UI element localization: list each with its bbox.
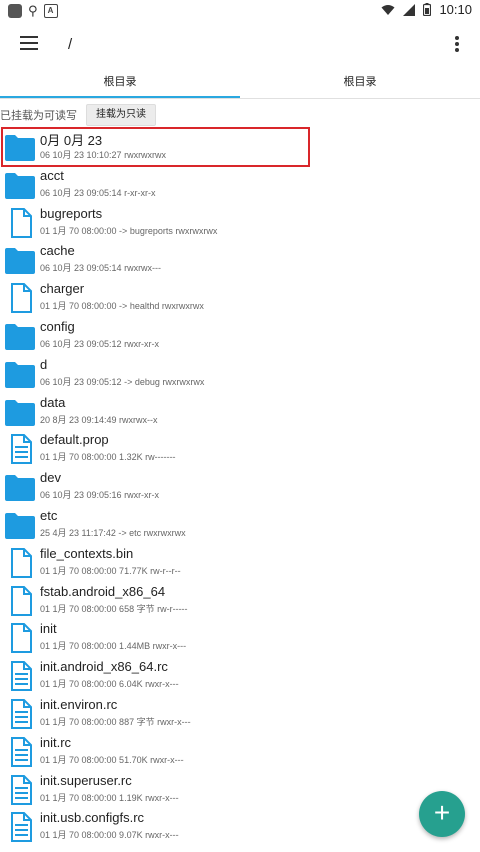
mount-read-only-button[interactable]: 挂载为只读 [86, 104, 156, 126]
file-name: init.superuser.rc [40, 772, 132, 788]
file-meta: 20 8月 23 09:14:49 rwxrwx--x [40, 414, 158, 425]
file-icon [4, 547, 36, 578]
file-row[interactable]: init.superuser.rc 01 1月 70 08:00:00 1.19K… [0, 771, 480, 809]
add-icon[interactable]: + [419, 791, 465, 837]
more-vert-icon[interactable] [454, 36, 460, 56]
file-row[interactable]: config 06 10月 23 09:05:12 rwxr-xr-x [0, 317, 480, 355]
file-name: default.prop [40, 432, 109, 448]
file-meta: 25 4月 23 11:17:42 -> etc rwxrwxrwx [40, 527, 186, 538]
file-row[interactable]: bugreports 01 1月 70 08:00:00 -> bugreport… [0, 204, 480, 242]
file-row[interactable]: init.usb.configfs.rc 01 1月 70 08:00:00 9.… [0, 808, 480, 846]
current-path: / [68, 36, 73, 53]
file-row[interactable]: init.rc 01 1月 70 08:00:00 51.70K rwxr-x--… [0, 733, 480, 771]
file-name: data [40, 394, 66, 410]
file-meta: 06 10月 23 10:10:27 rwxrwxrwx [40, 150, 167, 160]
file-name: charger [40, 281, 85, 297]
file-meta: 06 10月 23 09:05:14 rwxrwx--- [40, 263, 162, 274]
folder-icon [4, 397, 36, 427]
notification-a-icon: A [43, 4, 58, 18]
toolbar: / [0, 22, 480, 70]
file-row[interactable]: etc 25 4月 23 11:17:42 -> etc rwxrwxrwx [0, 506, 480, 544]
file-name: etc [40, 507, 58, 523]
status-bar-right: 10:10 [381, 2, 472, 17]
file-name: acct [40, 167, 64, 183]
file-row[interactable]: fstab.android_x86_64 01 1月 70 08:00:00 65… [0, 582, 480, 620]
file-meta: 01 1月 70 08:00:00 -> bugreports rwxrwxrw… [40, 225, 218, 236]
hamburger-menu-icon[interactable] [20, 36, 38, 52]
battery-icon [423, 3, 432, 16]
mount-status-text: 已挂载为可读写 [0, 110, 77, 122]
file-row[interactable]: file_contexts.bin 01 1月 70 08:00:00 71.77… [0, 544, 480, 582]
mount-bar: 已挂载为可读写 挂载为只读 [0, 104, 480, 126]
folder-icon [4, 321, 36, 351]
tab-root-1[interactable]: 根目录 [0, 70, 240, 98]
file-name: init.android_x86_64.rc [40, 659, 168, 675]
folder-icon [4, 245, 36, 275]
file-row[interactable]: d 06 10月 23 09:05:12 -> debug rwxrwxrwx [0, 355, 480, 393]
file-name: init.usb.configfs.rc [40, 810, 145, 826]
file-meta: 06 10月 23 09:05:12 -> debug rwxrwxrwx [40, 376, 205, 387]
wifi-icon [381, 4, 395, 15]
file-meta: 01 1月 70 08:00:00 887 字节 rwxr-x--- [40, 716, 191, 727]
clock: 10:10 [439, 2, 472, 17]
file-meta: 01 1月 70 08:00:00 1.19K rwxr-x--- [40, 792, 179, 803]
file-name: d [40, 356, 48, 372]
file-meta: 01 1月 70 08:00:00 6.04K rwxr-x--- [40, 679, 179, 690]
file-name: fstab.android_x86_64 [40, 583, 166, 599]
file-icon [4, 623, 36, 654]
file-name: file_contexts.bin [40, 545, 134, 561]
signal-icon [403, 3, 416, 16]
file-row[interactable]: acct 06 10月 23 09:05:14 r-xr-xr-x [0, 166, 480, 204]
file-icon [4, 585, 36, 616]
text-file-icon [4, 812, 36, 843]
status-bar: ⚲ A 10:10 [0, 0, 480, 22]
folder-icon [4, 170, 36, 200]
file-meta: 01 1月 70 08:00:00 1.44MB rwxr-x--- [40, 641, 187, 652]
file-icon [4, 283, 36, 314]
file-meta: 01 1月 70 08:00:00 1.32K rw------- [40, 452, 176, 463]
folder-icon [4, 359, 36, 389]
file-list: 0月 0月 23 06 10月 23 10:10:27 rwxrwxrwx acct… [0, 128, 480, 846]
file-row[interactable]: data 20 8月 23 09:14:49 rwxrwx--x [0, 393, 480, 431]
file-row[interactable]: dev 06 10月 23 09:05:16 rwxr-xr-x [0, 468, 480, 506]
file-meta: 01 1月 70 08:00:00 -> healthd rwxrwxrwx [40, 301, 204, 312]
file-row[interactable]: 0月 0月 23 06 10月 23 10:10:27 rwxrwxrwx [0, 128, 480, 166]
file-row[interactable]: charger 01 1月 70 08:00:00 -> healthd rwxr… [0, 279, 480, 317]
tab-bar: 根目录 根目录 [0, 70, 480, 99]
file-row[interactable]: default.prop 01 1月 70 08:00:00 1.32K rw--… [0, 430, 480, 468]
file-row[interactable]: init 01 1月 70 08:00:00 1.44MB rwxr-x--- [0, 619, 480, 657]
tab-root-2[interactable]: 根目录 [240, 70, 480, 96]
file-meta: 01 1月 70 08:00:00 71.77K rw-r--r-- [40, 565, 181, 576]
file-name: bugreports [40, 205, 103, 221]
file-name: init.environ.rc [40, 696, 118, 712]
file-meta: 06 10月 23 09:05:12 rwxr-xr-x [40, 338, 160, 349]
file-row[interactable]: cache 06 10月 23 09:05:14 rwxrwx--- [0, 241, 480, 279]
file-meta: 06 10月 23 09:05:16 rwxr-xr-x [40, 490, 160, 501]
file-name: init.rc [40, 734, 72, 750]
file-name: config [40, 318, 75, 334]
bug-icon: ⚲ [28, 3, 38, 18]
folder-icon [4, 132, 36, 162]
file-name: dev [40, 470, 61, 486]
file-row[interactable]: init.android_x86_64.rc 01 1月 70 08:00:00 … [0, 657, 480, 695]
folder-icon [4, 510, 36, 540]
file-name: init [40, 621, 57, 637]
text-file-icon [4, 774, 36, 805]
status-bar-left: ⚲ A [8, 3, 58, 19]
text-file-icon [4, 736, 36, 767]
file-icon [4, 207, 36, 238]
file-meta: 01 1月 70 08:00:00 51.70K rwxr-x--- [40, 754, 184, 765]
file-row[interactable]: init.environ.rc 01 1月 70 08:00:00 887 字节 … [0, 695, 480, 733]
folder-icon [4, 472, 36, 502]
file-name: cache [40, 243, 75, 259]
text-file-icon [4, 698, 36, 729]
text-file-icon [4, 661, 36, 692]
app-icon [8, 4, 22, 18]
file-name: 0月 0月 23 [40, 133, 103, 148]
text-file-icon [4, 434, 36, 465]
file-meta: 01 1月 70 08:00:00 9.07K rwxr-x--- [40, 830, 179, 841]
file-meta: 01 1月 70 08:00:00 658 字节 rw-r----- [40, 603, 188, 614]
file-meta: 06 10月 23 09:05:14 r-xr-xr-x [40, 187, 156, 198]
